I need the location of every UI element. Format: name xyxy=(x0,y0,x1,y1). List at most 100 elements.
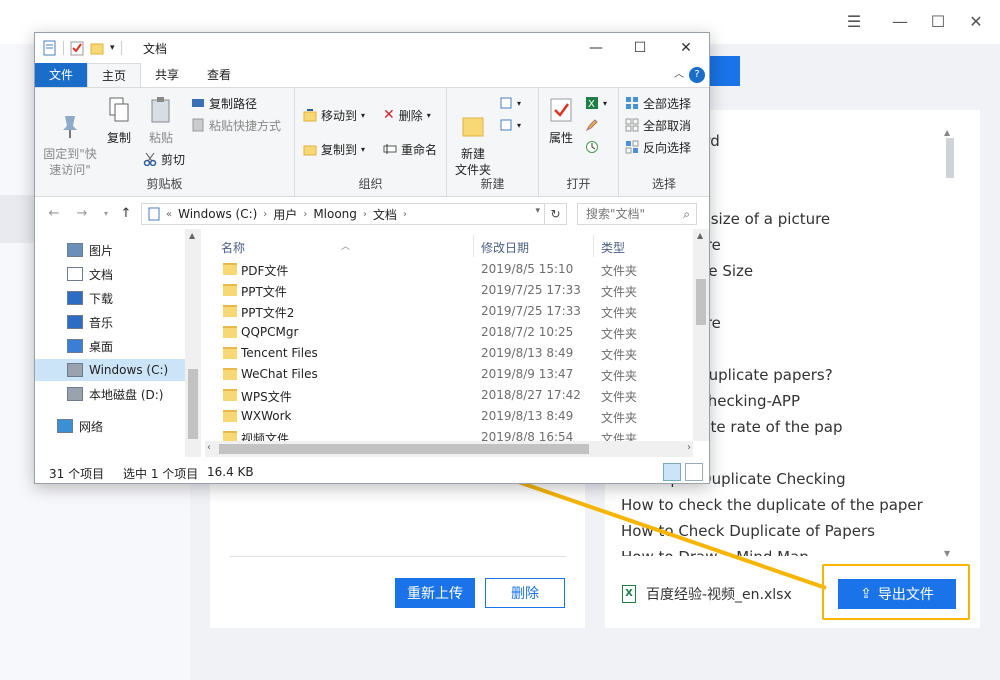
minimize-icon[interactable]: — xyxy=(581,37,611,59)
minimize-icon[interactable]: — xyxy=(888,10,912,34)
refresh-icon[interactable]: ↻ xyxy=(544,204,566,224)
file-date: 2019/7/25 17:33 xyxy=(481,283,581,297)
export-button[interactable]: ⇪ 导出文件 xyxy=(838,579,956,609)
edit-button[interactable] xyxy=(585,116,599,134)
select-all-button[interactable]: 全部选择 xyxy=(625,94,691,112)
tab-view[interactable]: 查看 xyxy=(193,63,245,87)
paste-button[interactable]: 粘贴 xyxy=(139,96,183,146)
chevron-right-icon[interactable]: › xyxy=(363,209,367,220)
nav-item[interactable]: 音乐 xyxy=(35,311,185,333)
tab-share[interactable]: 共享 xyxy=(141,63,193,87)
history-button[interactable] xyxy=(585,138,599,156)
file-list-vertical-scrollbar[interactable]: ▲ xyxy=(693,229,709,441)
new-item-button[interactable]: ▾ xyxy=(499,94,521,112)
menu-icon[interactable]: ☰ xyxy=(842,10,866,34)
rename-button[interactable]: 重命名 xyxy=(383,140,437,158)
tab-file[interactable]: 文件 xyxy=(35,63,88,87)
file-row[interactable]: WXWork 2019/8/13 8:49 文件夹 xyxy=(205,406,693,427)
open-dropdown-icon: ▾ xyxy=(603,98,608,108)
tab-home[interactable]: 主页 xyxy=(87,63,142,87)
quick-access-dropdown-icon[interactable]: ▾ xyxy=(110,43,115,53)
nav-item[interactable]: 下载 xyxy=(35,287,185,309)
file-row[interactable]: WeChat Files 2019/8/9 13:47 文件夹 xyxy=(205,364,693,385)
close-icon[interactable]: ✕ xyxy=(671,37,701,59)
file-name: Tencent Files xyxy=(241,346,318,360)
properties-doc-icon[interactable] xyxy=(43,40,57,56)
recent-dropdown-icon[interactable]: ▾ xyxy=(97,205,115,223)
nav-item[interactable]: 图片 xyxy=(35,239,185,261)
invert-selection-button[interactable]: 反向选择 xyxy=(625,138,691,156)
folder-icon xyxy=(223,284,237,296)
nav-item[interactable]: Windows (C:) xyxy=(35,359,185,381)
file-list-horizontal-scrollbar[interactable]: ‹ › xyxy=(205,441,693,457)
breadcrumb-users[interactable]: 用户 xyxy=(273,206,297,223)
scrollbar-thumb[interactable] xyxy=(188,369,198,439)
scroll-up-icon[interactable]: ▲ xyxy=(697,231,703,240)
file-row[interactable]: PDF文件 2019/8/5 15:10 文件夹 xyxy=(205,259,693,280)
maximize-icon[interactable]: ☐ xyxy=(926,10,950,34)
move-to-button[interactable]: 移动到 ▾ xyxy=(303,106,365,124)
ribbon: 固定到"快 速访问" 复制 粘贴 复制路径 粘贴快捷方式 剪切 剪贴板 移动到 … xyxy=(35,87,709,197)
scroll-up-icon[interactable]: ▲ xyxy=(944,128,950,137)
file-row[interactable]: WPS文件 2018/8/27 17:42 文件夹 xyxy=(205,385,693,406)
breadcrumb-user[interactable]: Mloong xyxy=(313,207,357,221)
cut-button[interactable]: 剪切 xyxy=(143,150,185,168)
easy-access-button[interactable]: ▾ xyxy=(499,116,521,134)
help-icon[interactable]: ? xyxy=(689,67,705,83)
ribbon-collapse-icon[interactable]: ︿ xyxy=(671,67,687,83)
breadcrumb-drive[interactable]: Windows (C:) xyxy=(178,207,257,221)
move-to-dropdown-icon: ▾ xyxy=(361,110,366,120)
nav-item[interactable]: 桌面 xyxy=(35,335,185,357)
checkmark-doc-icon[interactable] xyxy=(70,40,84,56)
select-none-button[interactable]: 全部取消 xyxy=(625,116,691,134)
close-icon[interactable]: ✕ xyxy=(964,10,988,34)
address-dropdown-icon[interactable]: ▾ xyxy=(535,206,540,216)
new-folder-icon[interactable] xyxy=(90,40,104,56)
breadcrumb-documents[interactable]: 文档 xyxy=(373,206,397,223)
breadcrumb-overflow[interactable]: « xyxy=(166,209,172,220)
chevron-right-icon[interactable]: › xyxy=(303,209,307,220)
copy-to-button[interactable]: 复制到 ▾ xyxy=(303,140,365,158)
copy-button[interactable]: 复制 xyxy=(97,96,141,146)
desktop-icon xyxy=(67,339,83,353)
address-bar[interactable]: « Windows (C:) › 用户 › Mloong › 文档 › ▾ ↻ xyxy=(141,203,567,225)
scroll-up-icon[interactable]: ▲ xyxy=(189,231,195,240)
scrollbar-thumb[interactable] xyxy=(696,279,706,325)
open-with-excel-button[interactable]: X ▾ xyxy=(585,94,607,112)
file-row[interactable]: PPT文件2 2019/7/25 17:33 文件夹 xyxy=(205,301,693,322)
scrollbar-thumb[interactable] xyxy=(219,444,589,454)
copy-path-button[interactable]: 复制路径 xyxy=(191,94,257,112)
nav-item[interactable]: 网络 xyxy=(35,415,185,437)
nav-item[interactable]: 本地磁盘 (D:) xyxy=(35,383,185,405)
navigation-pane-scrollbar[interactable]: ▲ xyxy=(185,229,201,457)
column-header-date[interactable]: 修改日期 xyxy=(481,239,529,256)
reupload-button[interactable]: 重新上传 xyxy=(395,578,475,608)
column-header-name[interactable]: 名称 xyxy=(221,239,245,256)
details-view-icon[interactable] xyxy=(663,463,681,481)
delete-file-button[interactable]: ✕ 删除 ▾ xyxy=(383,106,431,124)
forward-arrow-icon[interactable]: → xyxy=(73,205,91,223)
nav-item[interactable]: 文档 xyxy=(35,263,185,285)
large-icons-view-icon[interactable] xyxy=(685,463,703,481)
file-row[interactable]: QQPCMgr 2018/7/2 10:25 文件夹 xyxy=(205,322,693,343)
scroll-left-icon[interactable]: ‹ xyxy=(207,442,211,453)
scroll-right-icon[interactable]: › xyxy=(687,442,691,453)
scroll-down-icon[interactable]: ▼ xyxy=(944,549,950,558)
paste-shortcut-button[interactable]: 粘贴快捷方式 xyxy=(191,116,281,134)
maximize-icon[interactable]: ☐ xyxy=(625,37,655,59)
chevron-right-icon[interactable]: › xyxy=(403,209,407,220)
new-folder-icon xyxy=(462,117,484,137)
file-row[interactable]: PPT文件 2019/7/25 17:33 文件夹 xyxy=(205,280,693,301)
file-row[interactable]: 视频文件 2019/8/8 16:54 文件夹 xyxy=(205,427,693,441)
keyword-list-scrollbar[interactable]: ▲ ▼ xyxy=(940,128,956,558)
scrollbar-thumb[interactable] xyxy=(946,138,954,178)
chevron-right-icon[interactable]: › xyxy=(263,209,267,220)
properties-button[interactable]: 属性 xyxy=(539,96,583,146)
column-header-type[interactable]: 类型 xyxy=(601,239,625,256)
back-arrow-icon[interactable]: ← xyxy=(45,205,63,223)
file-row[interactable]: Tencent Files 2019/8/13 8:49 文件夹 xyxy=(205,343,693,364)
result-file-name: 百度经验-视频_en.xlsx xyxy=(646,587,792,603)
up-arrow-icon[interactable]: ↑ xyxy=(117,205,135,223)
delete-button[interactable]: 删除 xyxy=(485,578,565,608)
search-input[interactable]: 搜索"文档" ⌕ xyxy=(577,203,697,225)
